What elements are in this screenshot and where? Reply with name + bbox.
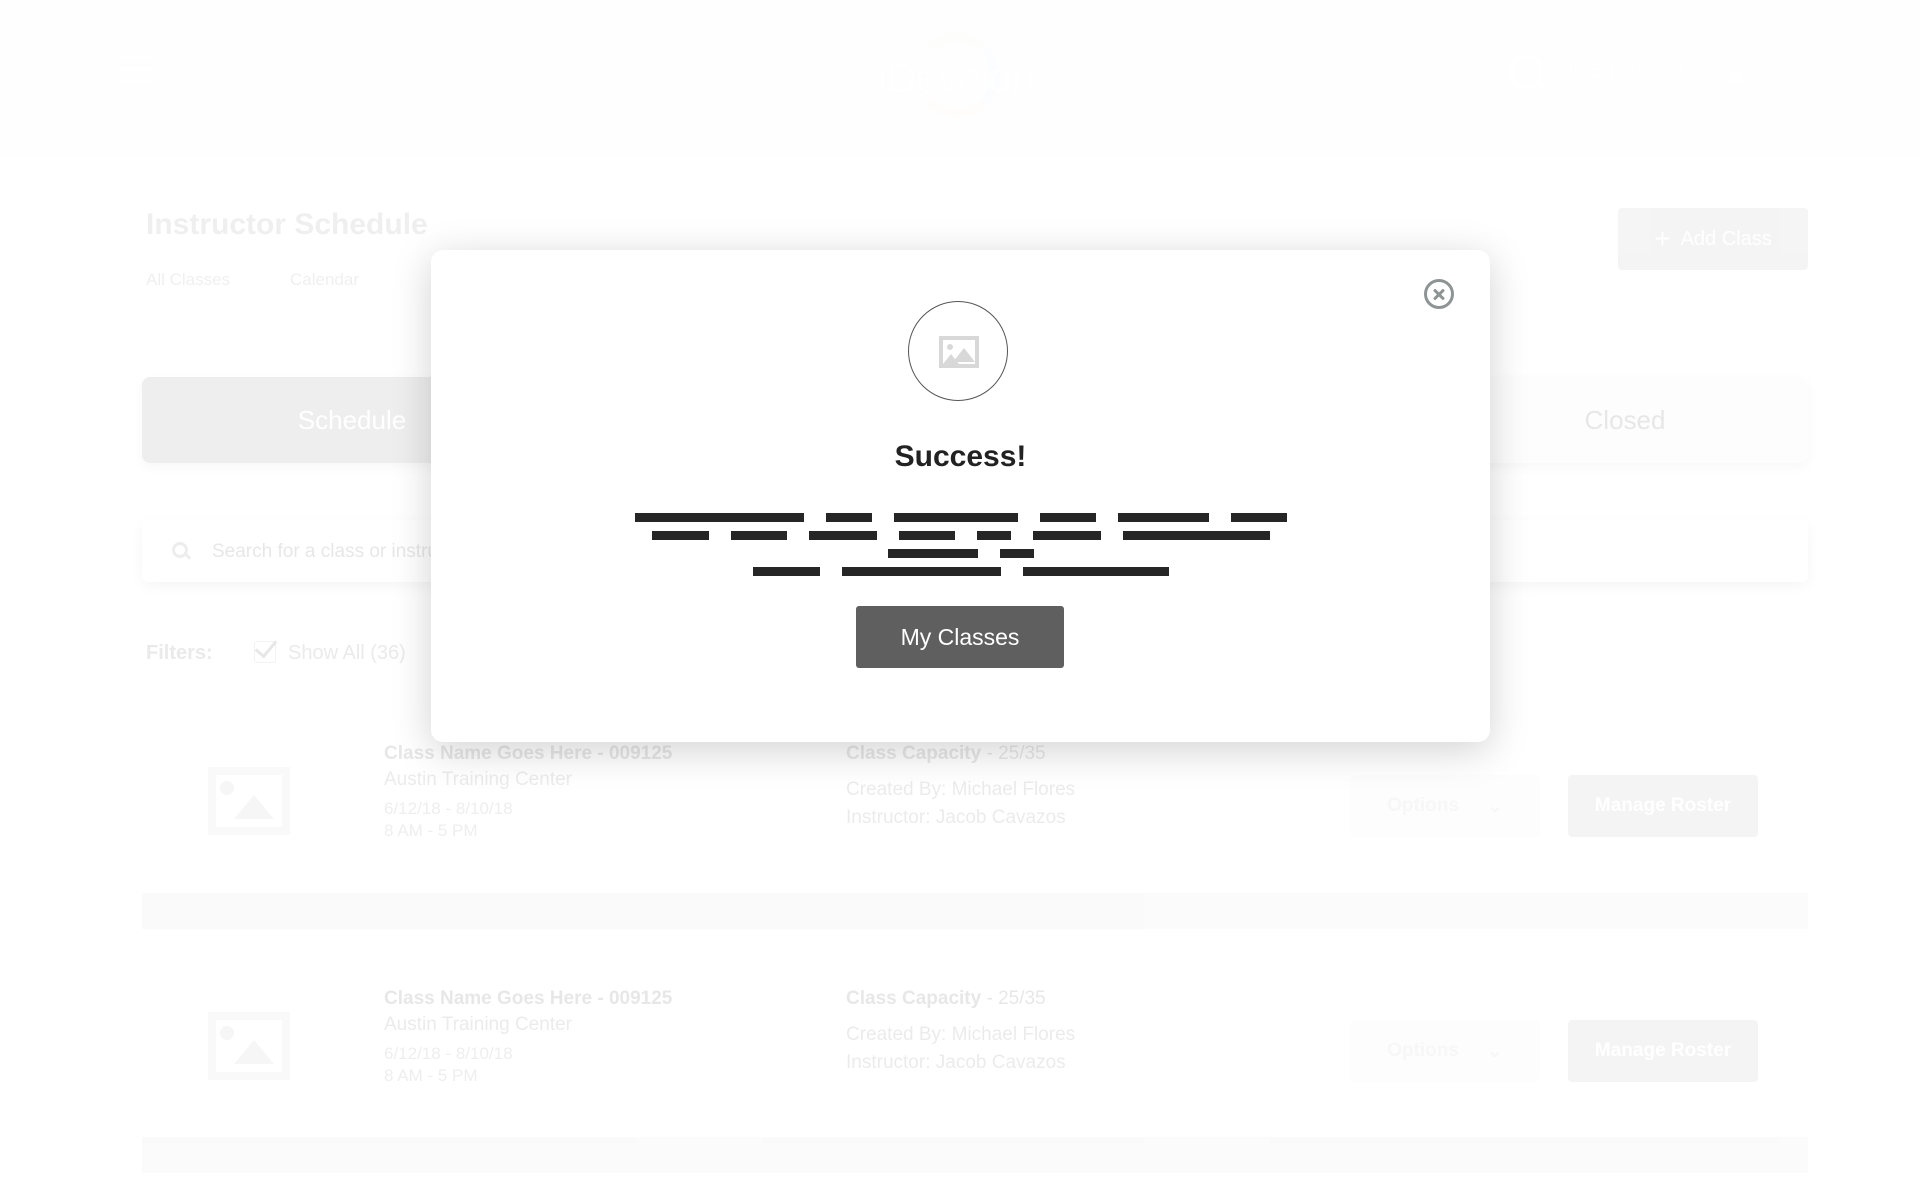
modal-message-redacted xyxy=(611,508,1311,580)
redacted-word xyxy=(1039,513,1097,522)
redacted-word xyxy=(893,513,1018,522)
redacted-word xyxy=(977,531,1012,540)
success-modal: Success! My Classes xyxy=(431,250,1490,742)
redacted-word xyxy=(1033,531,1102,540)
close-icon[interactable] xyxy=(1424,279,1454,309)
redacted-word xyxy=(730,531,788,540)
redacted-word xyxy=(652,531,709,540)
redacted-word xyxy=(826,513,872,522)
redacted-word xyxy=(1118,513,1209,522)
message-line xyxy=(611,508,1311,526)
redacted-word xyxy=(898,531,956,540)
redacted-word xyxy=(1022,567,1170,576)
redacted-word xyxy=(752,567,821,576)
message-line xyxy=(611,562,1311,580)
redacted-word xyxy=(1230,513,1288,522)
redacted-word xyxy=(1123,531,1270,540)
redacted-word xyxy=(842,567,1001,576)
redacted-word xyxy=(887,549,979,558)
modal-title: Success! xyxy=(894,440,1027,473)
my-classes-button[interactable]: My Classes xyxy=(856,606,1064,668)
redacted-word xyxy=(1000,549,1035,558)
message-line xyxy=(611,526,1311,562)
redacted-word xyxy=(809,531,877,540)
image-placeholder-icon xyxy=(908,301,1008,401)
redacted-word xyxy=(634,513,805,522)
